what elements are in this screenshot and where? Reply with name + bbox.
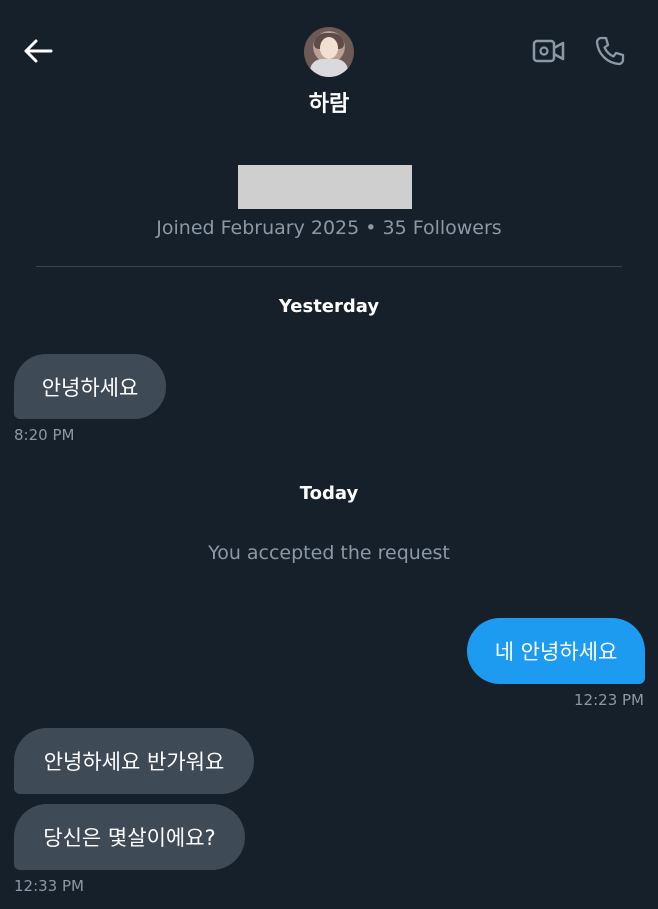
message-bubble-incoming[interactable]: 안녕하세요 — [14, 354, 166, 419]
message-timestamp: 8:20 PM — [14, 426, 75, 444]
message-timestamp: 12:23 PM — [574, 691, 644, 709]
arrow-left-icon — [24, 39, 53, 63]
phone-icon — [595, 36, 625, 66]
date-label-yesterday: Yesterday — [278, 296, 380, 317]
video-camera-icon — [532, 39, 565, 63]
message-text: 안녕하세요 반가워요 — [43, 750, 225, 774]
message-timestamp: 12:33 PM — [14, 877, 84, 895]
date-label-today: Today — [299, 483, 359, 504]
contact-name[interactable]: 하람 — [0, 86, 658, 118]
message-bubble-outgoing[interactable]: 네 안녕하세요 — [467, 618, 645, 684]
profile-meta: Joined February 2025 • 35 Followers — [156, 217, 502, 239]
divider — [36, 266, 622, 267]
back-button[interactable] — [18, 34, 58, 68]
message-bubble-incoming[interactable]: 당신은 몇살이에요? — [14, 804, 245, 870]
redacted-username — [238, 165, 412, 209]
message-text: 안녕하세요 — [41, 375, 139, 400]
video-call-button[interactable] — [530, 34, 568, 68]
message-bubble-incoming[interactable]: 안녕하세요 반가워요 — [14, 728, 254, 794]
avatar[interactable] — [304, 27, 354, 77]
message-text: 네 안녕하세요 — [494, 640, 618, 664]
system-message: You accepted the request — [208, 542, 450, 564]
message-text: 당신은 몇살이에요? — [43, 826, 216, 850]
voice-call-button[interactable] — [590, 33, 630, 69]
